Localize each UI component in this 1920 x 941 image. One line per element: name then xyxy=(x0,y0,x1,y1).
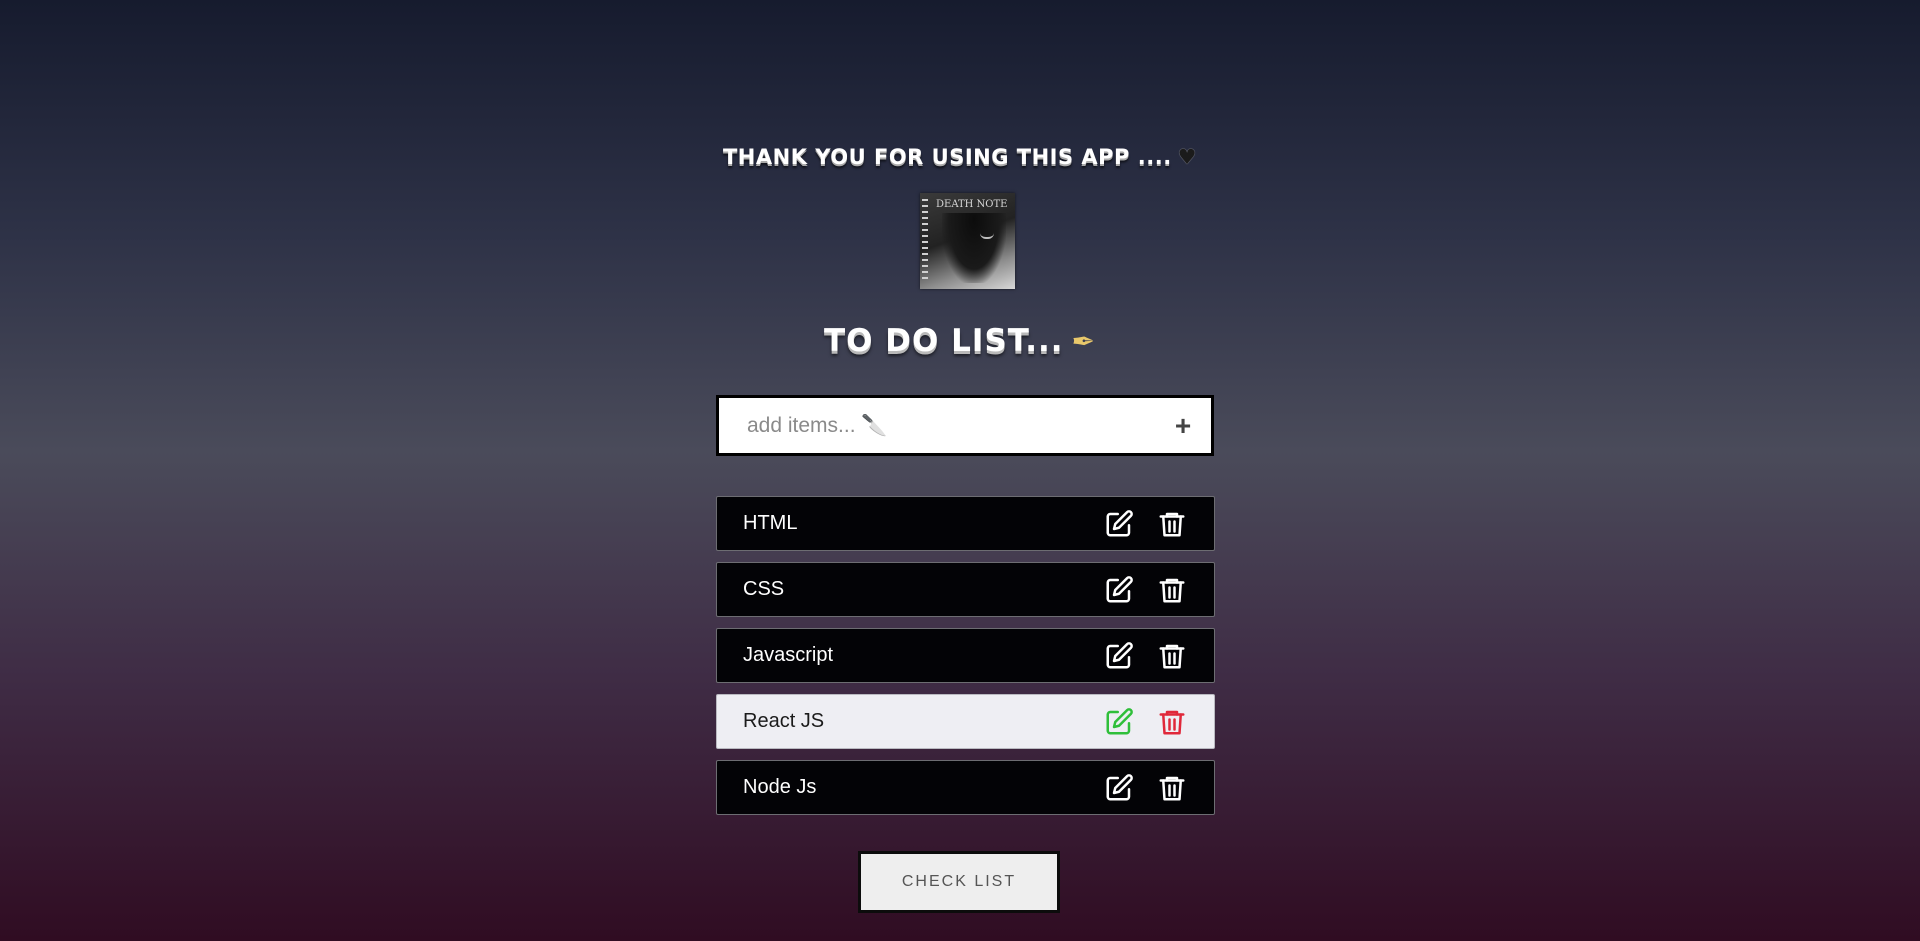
add-item-box: + xyxy=(716,395,1214,456)
pen-nib-icon: ✒ xyxy=(1071,325,1097,358)
plus-icon[interactable]: + xyxy=(1163,410,1203,442)
trash-icon[interactable] xyxy=(1154,572,1190,608)
todo-item: HTML xyxy=(716,496,1215,551)
trash-icon[interactable] xyxy=(1154,506,1190,542)
heart-icon: ♥ xyxy=(1177,145,1197,169)
trash-icon[interactable] xyxy=(1154,638,1190,674)
thanks-text: THANK YOU FOR USING THIS APP .... xyxy=(722,145,1172,169)
page-title-text: TO DO LIST... xyxy=(823,323,1064,359)
character-hair xyxy=(942,213,1006,283)
todo-item: CSS xyxy=(716,562,1215,617)
page-title: TO DO LIST... ✒ xyxy=(0,323,1920,359)
app-container: THANK YOU FOR USING THIS APP .... ♥ DEATH… xyxy=(0,0,1920,941)
todo-item: Javascript xyxy=(716,628,1215,683)
todo-item-label: Javascript xyxy=(743,644,834,666)
edit-icon[interactable] xyxy=(1101,506,1137,542)
check-list-button[interactable]: CHECK LIST xyxy=(858,851,1060,913)
todo-item-label: HTML xyxy=(743,512,798,534)
todo-list: HTML CSS Javascript React JS Node Js xyxy=(716,496,1215,826)
todo-item: React JS xyxy=(716,694,1215,749)
death-note-cover-image: DEATH NOTE xyxy=(920,193,1015,289)
todo-item-label: React JS xyxy=(743,710,825,732)
edit-icon[interactable] xyxy=(1101,638,1137,674)
thanks-banner: THANK YOU FOR USING THIS APP .... ♥ xyxy=(0,145,1920,169)
add-item-input[interactable] xyxy=(719,397,1163,454)
cover-title: DEATH NOTE xyxy=(936,199,1008,210)
edit-icon[interactable] xyxy=(1101,704,1137,740)
todo-item-label: Node Js xyxy=(743,776,817,798)
edit-icon[interactable] xyxy=(1101,770,1137,806)
todo-item-label: CSS xyxy=(743,578,785,600)
edit-icon[interactable] xyxy=(1101,572,1137,608)
todo-item: Node Js xyxy=(716,760,1215,815)
notebook-rings xyxy=(922,199,928,283)
trash-icon[interactable] xyxy=(1154,704,1190,740)
trash-icon[interactable] xyxy=(1154,770,1190,806)
